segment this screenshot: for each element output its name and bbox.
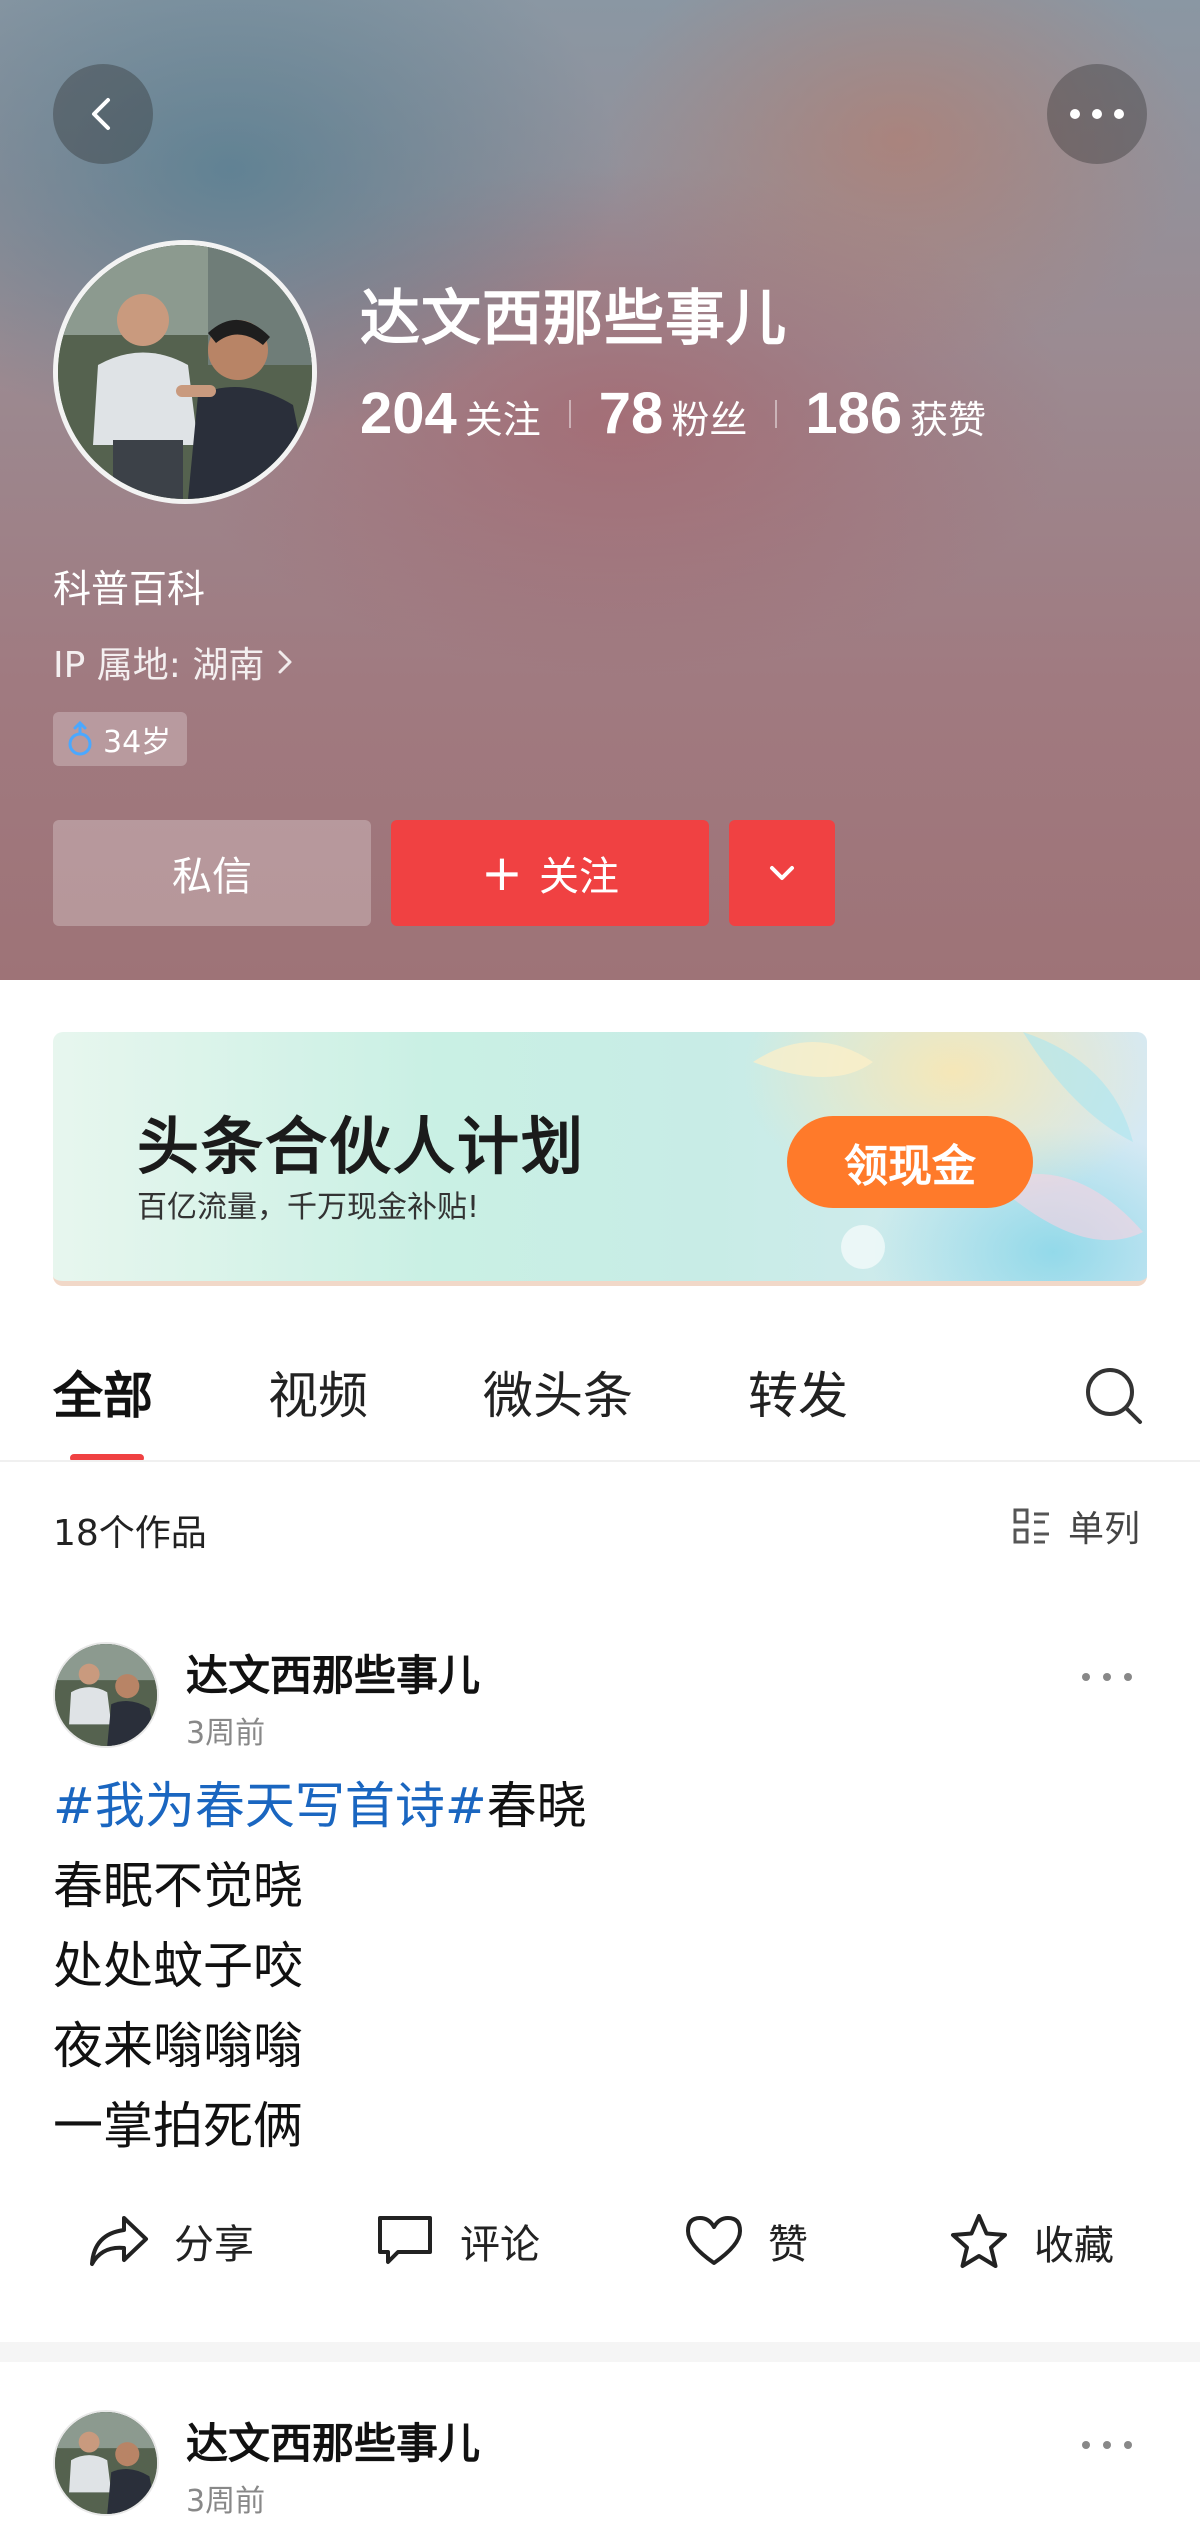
list-layout-icon — [1013, 1508, 1049, 1544]
post-separator — [0, 2342, 1200, 2362]
age-badge-icon — [68, 721, 92, 756]
follow-label: 关注 — [538, 854, 619, 900]
more-dots-icon — [1082, 1673, 1132, 1681]
profile-header: 达文西那些事儿 204 关注 78 粉丝 186 获赞 科普百科 IP 属地: … — [0, 0, 1200, 980]
claim-cash-button[interactable]: 领现金 — [787, 1116, 1033, 1208]
favorite-label: 收藏 — [1034, 2223, 1114, 2269]
like-label: 赞 — [768, 2222, 808, 2268]
layout-toggle[interactable]: 单列 — [1012, 1500, 1140, 1552]
more-options-button[interactable] — [1047, 64, 1147, 164]
message-button[interactable]: 私信 — [53, 820, 371, 926]
post-actions: 分享 评论 赞 收藏 — [0, 2212, 1200, 2312]
profile-stats: 204 关注 78 粉丝 186 获赞 — [360, 380, 986, 447]
followers-label[interactable]: 粉丝 — [671, 389, 747, 444]
age-badge: 34岁 — [53, 712, 188, 766]
followers-count[interactable]: 78 — [599, 380, 664, 447]
likes-label: 获赞 — [910, 398, 987, 442]
works-count: 18个作品 — [53, 1513, 207, 1554]
partner-program-banner[interactable]: 头条合伙人计划 百亿流量，千万现金补贴! 领现金 — [53, 1032, 1147, 1286]
post-more-button[interactable] — [1080, 1668, 1134, 1687]
post-author-name[interactable]: 达文西那些事儿 — [186, 1642, 480, 1703]
tab-repost[interactable]: 转发 — [748, 1356, 848, 1428]
share-icon — [90, 2216, 148, 2266]
tab-video[interactable]: 视频 — [268, 1356, 368, 1428]
favorite-star-icon — [951, 2214, 1007, 2268]
like-heart-icon — [686, 2216, 742, 2265]
post-author-avatar[interactable] — [53, 2410, 159, 2516]
banner-subtitle: 百亿流量，千万现金补贴! — [137, 1190, 480, 1225]
post-author-avatar[interactable] — [53, 1642, 159, 1748]
tabs-divider — [0, 1460, 1200, 1462]
layout-label: 单列 — [1068, 1509, 1141, 1550]
profile-actions: 私信 + 关注 — [53, 820, 835, 926]
tab-all[interactable]: 全部 — [53, 1356, 153, 1428]
banner-title: 头条合伙人计划 — [137, 1110, 586, 1183]
profile-name: 达文西那些事儿 — [360, 284, 787, 354]
profile-avatar[interactable] — [53, 240, 317, 504]
post-line: 春眠不觉晓 — [53, 1857, 303, 1915]
post-content[interactable]: #我为春天写首诗#春晓 春眠不觉晓 处处蚊子咬 夜来嗡嗡嗡 一掌拍死俩 — [53, 1766, 587, 2166]
search-icon — [1086, 1368, 1142, 1424]
stat-divider — [775, 399, 778, 428]
chevron-right-icon — [278, 650, 292, 674]
stat-divider — [568, 399, 571, 428]
share-button[interactable]: 分享 — [88, 2212, 254, 2270]
post-time: 3周前 — [186, 1716, 266, 1751]
search-button[interactable] — [1082, 1364, 1146, 1432]
follow-button[interactable]: + 关注 — [391, 820, 709, 926]
plus-icon: + — [481, 844, 523, 902]
age-text: 34岁 — [103, 725, 172, 760]
content-tabs: 全部 视频 微头条 转发 — [0, 1340, 1200, 1462]
back-button[interactable] — [53, 64, 153, 164]
more-dots-icon — [1070, 109, 1124, 119]
post-time: 3周前 — [186, 2484, 266, 2519]
tab-micro-post[interactable]: 微头条 — [483, 1356, 633, 1428]
like-button[interactable]: 赞 — [684, 2212, 808, 2270]
post-line: 夜来嗡嗡嗡 — [53, 2017, 303, 2075]
ip-location-text: IP 属地: 湖南 — [53, 645, 265, 686]
post-author-name[interactable]: 达文西那些事儿 — [186, 2410, 480, 2471]
post-line: #我为春天写首诗#春晓 — [53, 1766, 587, 1846]
comment-button[interactable]: 评论 — [374, 2212, 540, 2270]
post-line: 一掌拍死俩 — [53, 2097, 303, 2155]
share-label: 分享 — [174, 2222, 254, 2268]
following-label[interactable]: 关注 — [465, 389, 541, 444]
post-more-button[interactable] — [1080, 2436, 1134, 2455]
post-title: 春晓 — [486, 1777, 587, 1835]
ip-location[interactable]: IP 属地: 湖南 — [53, 636, 294, 688]
profile-bio: 科普百科 — [53, 567, 206, 611]
likes-count: 186 — [805, 381, 903, 446]
recommend-dropdown-button[interactable] — [729, 820, 835, 926]
comment-label: 评论 — [460, 2222, 540, 2268]
back-chevron-icon — [92, 98, 110, 130]
post-hashtag[interactable]: #我为春天写首诗# — [53, 1777, 487, 1835]
comment-icon — [378, 2216, 432, 2264]
post-line: 处处蚊子咬 — [53, 1937, 303, 1995]
following-count[interactable]: 204 — [360, 380, 457, 447]
favorite-button[interactable]: 收藏 — [948, 2212, 1114, 2272]
chevron-down-icon — [770, 866, 794, 880]
more-dots-icon — [1082, 2441, 1132, 2449]
